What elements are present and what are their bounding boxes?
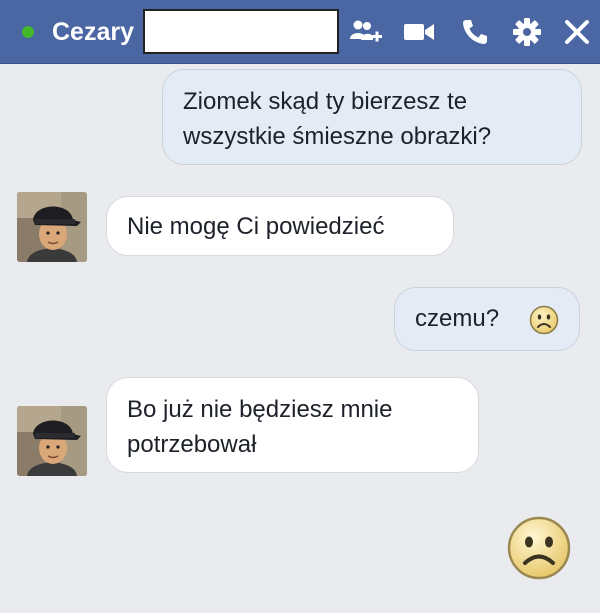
video-call-icon[interactable]	[403, 17, 437, 47]
sad-face-emoji[interactable]	[506, 515, 572, 581]
sad-face-emoji	[529, 305, 559, 335]
message-text-line: Ziomek skąd ty bierzesz te	[183, 88, 468, 115]
message-bubble-incoming[interactable]: Bo już nie będziesz mnie potrzebował	[106, 377, 479, 473]
message-text-line: Nie mogę Ci powiedzieć	[127, 213, 385, 240]
chat-header: Cezary	[0, 0, 600, 64]
add-person-icon[interactable]	[350, 17, 384, 47]
redacted-surname-box	[143, 9, 339, 54]
message-bubble-outgoing[interactable]: czemu?	[394, 287, 580, 351]
phone-icon[interactable]	[458, 17, 492, 47]
gear-icon[interactable]	[510, 17, 544, 47]
message-text-line: Bo już nie będziesz mnie	[127, 396, 393, 423]
avatar[interactable]	[17, 406, 87, 476]
message-text-line: potrzebował	[127, 431, 257, 458]
avatar[interactable]	[17, 192, 87, 262]
message-bubble-outgoing[interactable]: Ziomek skąd ty bierzesz te wszystkie śmi…	[162, 69, 582, 165]
contact-name[interactable]: Cezary	[52, 17, 134, 47]
message-text: czemu?	[415, 305, 500, 332]
online-status-indicator	[22, 26, 34, 38]
message-bubble-incoming[interactable]: Nie mogę Ci powiedzieć	[106, 196, 454, 256]
close-icon[interactable]	[560, 17, 594, 47]
message-text-line: wszystkie śmieszne obrazki?	[183, 123, 492, 150]
